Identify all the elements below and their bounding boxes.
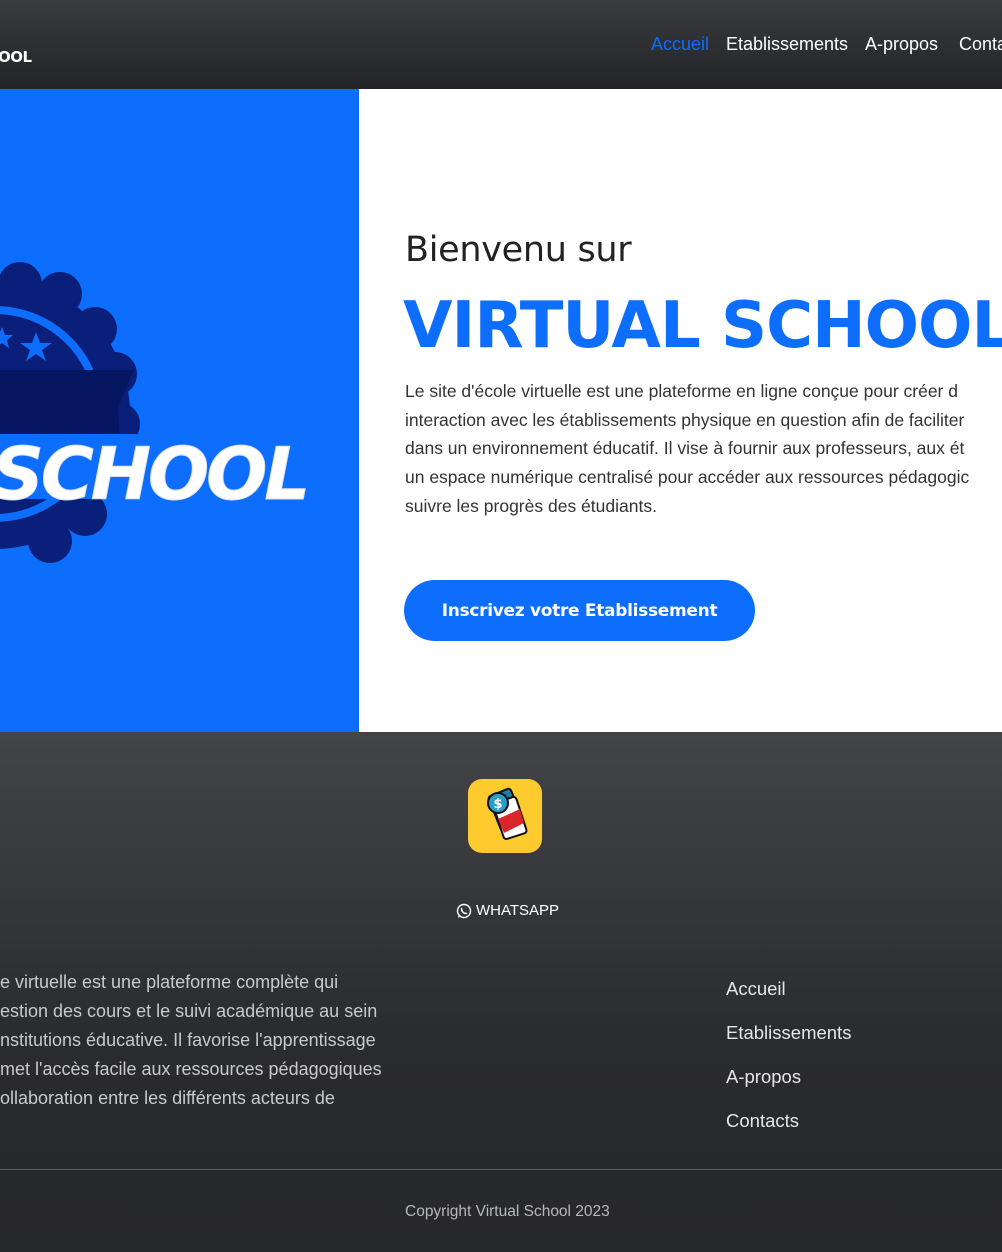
hero-description-line: dans un environnement éducatif. Il vise … [405,438,965,459]
hero-description-line: interaction avec les établissements phys… [405,409,965,430]
footer-description-line: ollaboration entre les différents acteur… [0,1088,335,1108]
footer-link-contacts[interactable]: Contacts [726,1110,851,1154]
nav-link-etablissements[interactable]: Etablissements [726,34,848,55]
whatsapp-link[interactable]: WHATSAPP [456,902,559,919]
school-badge-logo: SCHOOL [0,262,330,563]
footer-link-accueil[interactable]: Accueil [726,978,851,1022]
footer-description: e virtuelle est une plateforme complète … [0,968,420,1113]
footer-description-line: e virtuelle est une plateforme complète … [0,972,339,992]
brand-logo[interactable]: OOL [0,48,32,66]
nav-link-accueil[interactable]: Accueil [651,34,709,55]
footer-links: Accueil Etablissements A-propos Contacts [726,978,851,1154]
hero-logo-panel: SCHOOL [0,89,359,732]
svg-text:$: $ [493,797,502,812]
hero-description-line: un espace numérique centralisé pour accé… [405,467,970,488]
footer-link-a-propos[interactable]: A-propos [726,1066,851,1110]
footer: $ WHATSAPP e virtuelle est une plateform… [0,732,1002,1252]
whatsapp-label: WHATSAPP [476,902,560,919]
logo-text: SCHOOL [0,432,307,516]
whatsapp-icon [456,903,472,918]
footer-description-line: met l'accès facile aux ressources pédago… [0,1059,382,1079]
register-establishment-button[interactable]: Inscrivez votre Etablissement [404,580,755,641]
footer-link-etablissements[interactable]: Etablissements [726,1022,851,1066]
hero-description: Le site d'école virtuelle est une platef… [405,377,1002,521]
mobile-money-app-icon[interactable]: $ [468,779,542,853]
nav-link-a-propos[interactable]: A-propos [865,34,938,55]
navbar: OOL Accueil Etablissements A-propos Cont… [0,0,1002,89]
footer-divider [0,1169,1002,1170]
copyright-text: Copyright Virtual School 2023 [405,1203,610,1220]
hero-description-line: Le site d'école virtuelle est une platef… [405,381,958,401]
hero-description-line: suivre les progrès des étudiants. [405,495,657,516]
nav-link-contacts[interactable]: Conta [959,34,1002,55]
footer-description-line: nstitutions éducative. Il favorise l'app… [0,1030,376,1050]
footer-description-line: estion des cours et le suivi académique … [0,1001,378,1021]
hero-content: Bienvenu sur VIRTUAL SCHOOL Le site d'éc… [359,89,1002,732]
money-phone-icon: $ [487,787,528,840]
hero-title: VIRTUAL SCHOOL [403,289,1002,363]
hero-subtitle: Bienvenu sur [405,230,632,270]
